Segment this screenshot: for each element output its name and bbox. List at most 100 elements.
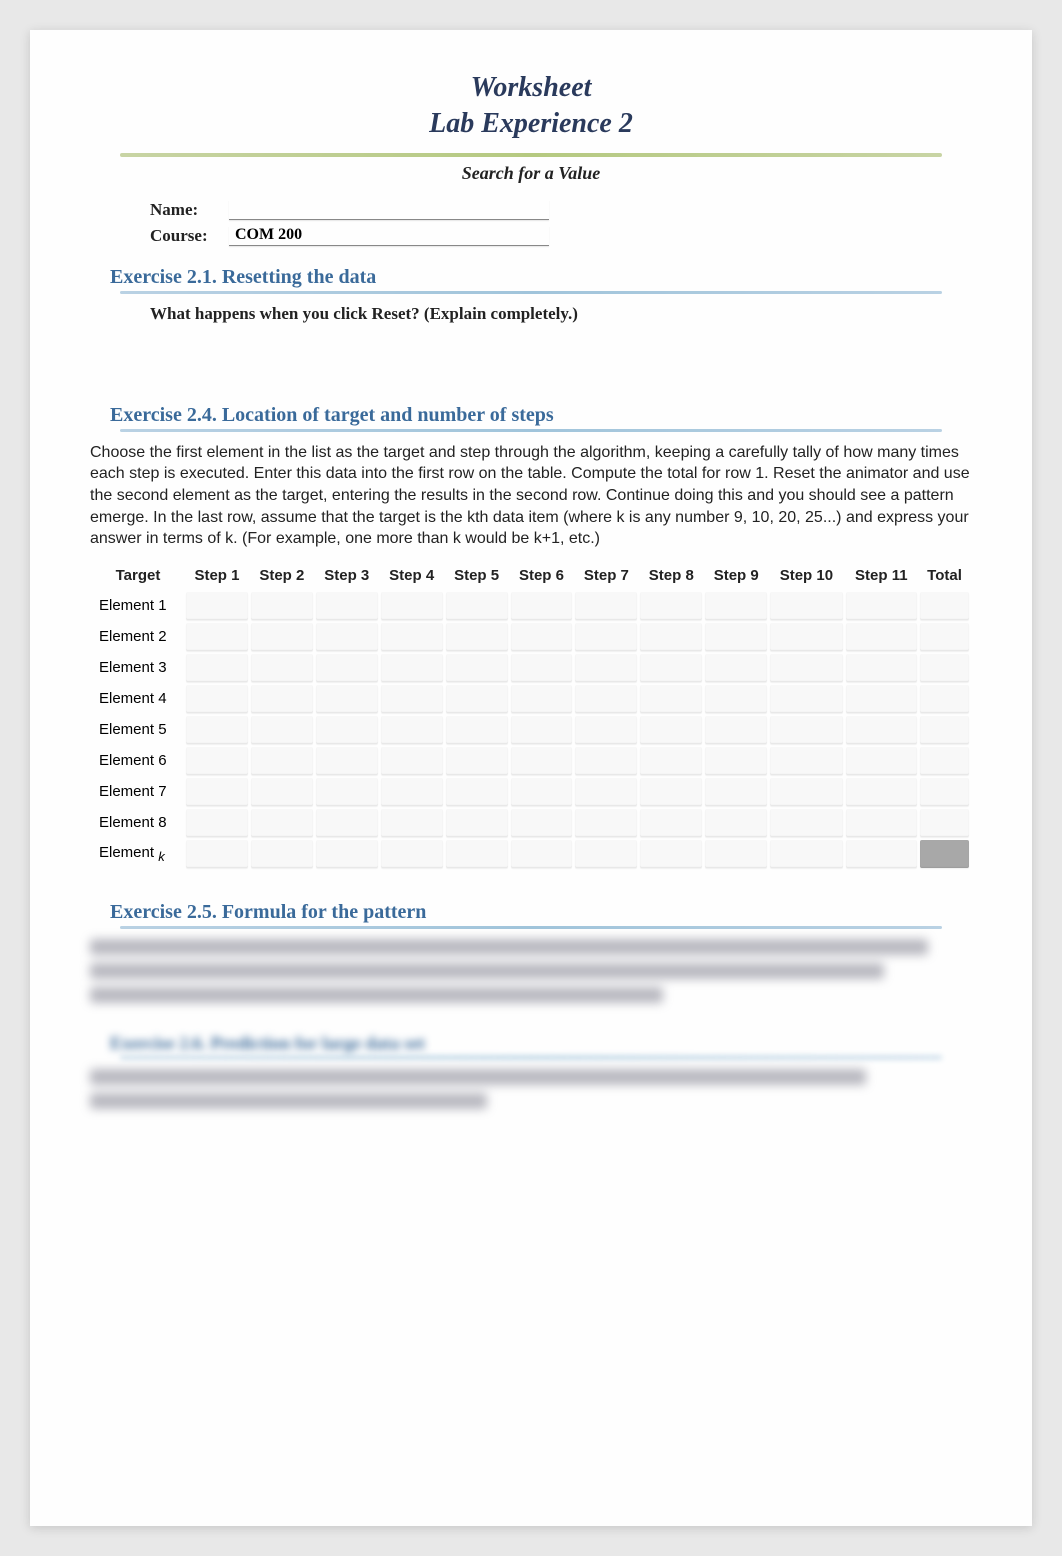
table-cell[interactable] xyxy=(846,685,917,713)
table-cell[interactable] xyxy=(381,592,443,620)
table-cell[interactable] xyxy=(770,685,842,713)
table-cell[interactable] xyxy=(381,778,443,806)
table-cell[interactable] xyxy=(316,685,378,713)
table-cell[interactable] xyxy=(251,623,313,651)
table-cell[interactable] xyxy=(511,685,573,713)
table-cell[interactable] xyxy=(846,840,917,868)
table-cell[interactable] xyxy=(640,623,702,651)
table-cell[interactable] xyxy=(770,809,842,837)
table-cell[interactable] xyxy=(705,685,767,713)
table-cell[interactable] xyxy=(846,592,917,620)
table-cell[interactable] xyxy=(446,685,508,713)
table-cell[interactable] xyxy=(640,716,702,744)
table-cell[interactable] xyxy=(846,778,917,806)
table-cell[interactable] xyxy=(251,778,313,806)
table-cell[interactable] xyxy=(381,747,443,775)
table-cell[interactable] xyxy=(446,747,508,775)
table-cell[interactable] xyxy=(186,747,248,775)
table-cell[interactable] xyxy=(446,840,508,868)
table-cell[interactable] xyxy=(186,809,248,837)
table-cell[interactable] xyxy=(251,840,313,868)
table-cell[interactable] xyxy=(575,716,637,744)
table-cell[interactable] xyxy=(575,778,637,806)
table-cell[interactable] xyxy=(446,623,508,651)
table-cell[interactable] xyxy=(186,716,248,744)
table-cell[interactable] xyxy=(770,840,842,868)
table-cell[interactable] xyxy=(770,778,842,806)
table-cell[interactable] xyxy=(575,623,637,651)
table-cell[interactable] xyxy=(511,654,573,682)
table-cell[interactable] xyxy=(381,809,443,837)
table-cell[interactable] xyxy=(705,716,767,744)
table-cell[interactable] xyxy=(381,840,443,868)
table-cell[interactable] xyxy=(705,623,767,651)
table-cell[interactable] xyxy=(575,654,637,682)
table-cell[interactable] xyxy=(186,623,248,651)
table-cell[interactable] xyxy=(920,778,969,806)
table-cell[interactable] xyxy=(446,654,508,682)
table-cell[interactable] xyxy=(920,654,969,682)
table-cell[interactable] xyxy=(251,809,313,837)
table-cell[interactable] xyxy=(705,840,767,868)
table-cell[interactable] xyxy=(705,654,767,682)
table-cell[interactable] xyxy=(575,685,637,713)
table-cell[interactable] xyxy=(770,592,842,620)
table-cell[interactable] xyxy=(575,747,637,775)
table-cell[interactable] xyxy=(920,592,969,620)
table-cell[interactable] xyxy=(770,623,842,651)
table-cell[interactable] xyxy=(770,747,842,775)
table-cell[interactable] xyxy=(446,716,508,744)
table-cell[interactable] xyxy=(186,592,248,620)
table-cell[interactable] xyxy=(316,592,378,620)
table-cell[interactable] xyxy=(251,747,313,775)
table-cell[interactable] xyxy=(770,716,842,744)
table-cell[interactable] xyxy=(511,623,573,651)
table-cell[interactable] xyxy=(511,840,573,868)
table-cell[interactable] xyxy=(381,716,443,744)
table-cell[interactable] xyxy=(381,654,443,682)
course-field[interactable]: COM 200 xyxy=(229,226,549,246)
table-cell[interactable] xyxy=(705,778,767,806)
table-cell[interactable] xyxy=(640,685,702,713)
table-cell[interactable] xyxy=(705,809,767,837)
table-cell[interactable] xyxy=(920,623,969,651)
table-cell[interactable] xyxy=(705,592,767,620)
table-cell[interactable] xyxy=(920,747,969,775)
table-cell[interactable] xyxy=(511,747,573,775)
table-cell[interactable] xyxy=(640,654,702,682)
table-cell[interactable] xyxy=(920,716,969,744)
table-cell[interactable] xyxy=(316,840,378,868)
table-cell[interactable] xyxy=(446,809,508,837)
table-cell[interactable] xyxy=(251,592,313,620)
table-cell[interactable] xyxy=(511,778,573,806)
table-cell[interactable] xyxy=(316,716,378,744)
table-cell[interactable] xyxy=(511,592,573,620)
table-cell[interactable] xyxy=(705,747,767,775)
table-cell[interactable] xyxy=(446,778,508,806)
table-cell[interactable] xyxy=(316,623,378,651)
table-cell[interactable] xyxy=(846,809,917,837)
table-cell[interactable] xyxy=(251,685,313,713)
table-cell[interactable] xyxy=(846,623,917,651)
table-cell[interactable] xyxy=(316,809,378,837)
table-cell[interactable] xyxy=(251,654,313,682)
table-cell[interactable] xyxy=(846,716,917,744)
table-cell[interactable] xyxy=(920,809,969,837)
table-cell[interactable] xyxy=(186,685,248,713)
table-cell[interactable] xyxy=(846,747,917,775)
table-cell[interactable] xyxy=(511,716,573,744)
table-cell[interactable] xyxy=(575,840,637,868)
table-cell[interactable] xyxy=(920,840,969,868)
table-cell[interactable] xyxy=(640,747,702,775)
table-cell[interactable] xyxy=(640,778,702,806)
table-cell[interactable] xyxy=(511,809,573,837)
table-cell[interactable] xyxy=(920,685,969,713)
table-cell[interactable] xyxy=(640,809,702,837)
table-cell[interactable] xyxy=(316,778,378,806)
table-cell[interactable] xyxy=(846,654,917,682)
table-cell[interactable] xyxy=(770,654,842,682)
table-cell[interactable] xyxy=(186,840,248,868)
table-cell[interactable] xyxy=(316,747,378,775)
table-cell[interactable] xyxy=(575,809,637,837)
table-cell[interactable] xyxy=(640,840,702,868)
